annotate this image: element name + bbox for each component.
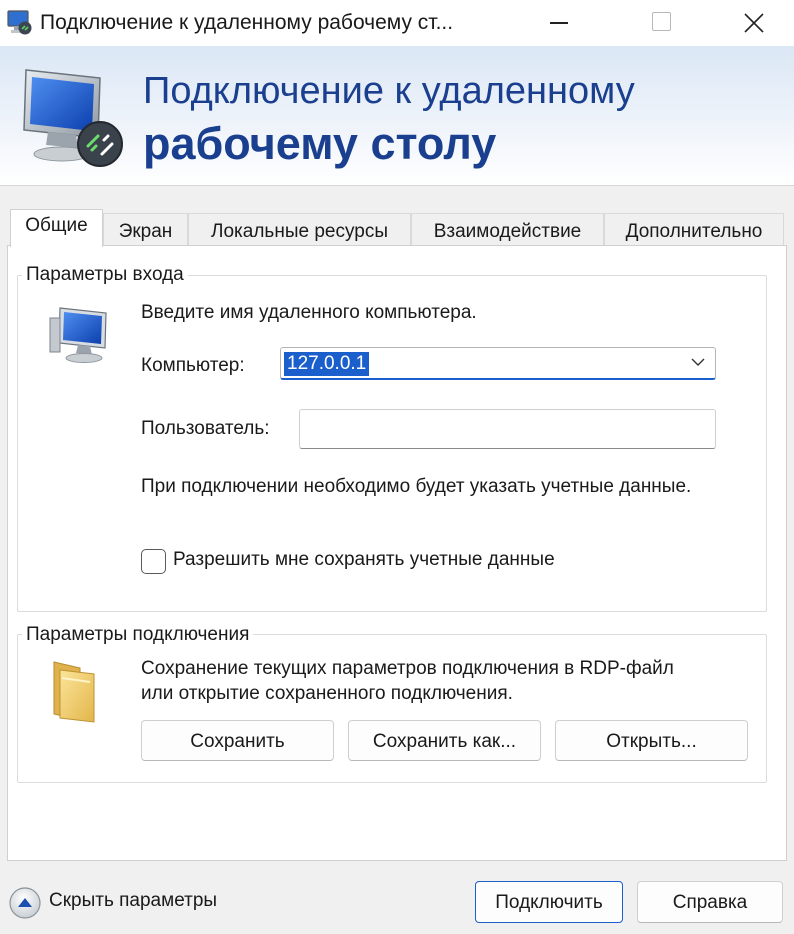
maximize-button[interactable] [630, 0, 692, 46]
title-bar: Подключение к удаленному рабочему ст... [0, 0, 794, 46]
tab-advanced[interactable]: Дополнительно [604, 213, 784, 247]
chevron-down-icon[interactable] [691, 358, 705, 367]
tab-local-resources[interactable]: Локальные ресурсы [188, 213, 411, 247]
tab-experience[interactable]: Взаимодействие [411, 213, 604, 247]
computer-icon [49, 307, 107, 363]
save-credentials-checkbox[interactable] [141, 549, 166, 574]
collapse-options-icon[interactable] [8, 886, 42, 920]
close-button[interactable] [722, 0, 784, 46]
connection-group-title: Параметры подключения [22, 624, 254, 646]
folder-icon [53, 661, 95, 723]
save-as-button[interactable]: Сохранить как... [348, 720, 541, 761]
logon-group-title: Параметры входа [22, 264, 188, 286]
computer-instruction-text: Введите имя удаленного компьютера. [141, 302, 477, 323]
computer-combobox[interactable]: 127.0.0.1 [280, 347, 716, 380]
credentials-note: При подключении необходимо будет указать… [141, 476, 692, 497]
save-button[interactable]: Сохранить [141, 720, 334, 761]
tab-strip: Общие Экран Локальные ресурсы Взаимодейс… [7, 209, 787, 247]
remote-desktop-monitor-icon [23, 69, 123, 167]
tab-display[interactable]: Экран [103, 213, 188, 247]
computer-label: Компьютер: [141, 355, 245, 376]
close-icon [744, 13, 764, 33]
connect-button[interactable]: Подключить [475, 881, 623, 923]
open-button[interactable]: Открыть... [555, 720, 748, 761]
tab-general[interactable]: Общие [10, 209, 103, 247]
user-label: Пользователь: [141, 418, 270, 439]
banner-title-line1: Подключение к удаленному [143, 70, 635, 112]
user-input[interactable] [299, 409, 716, 449]
save-credentials-label[interactable]: Разрешить мне сохранять учетные данные [173, 549, 555, 571]
help-button[interactable]: Справка [637, 881, 783, 923]
banner-title-line2: рабочему столу [143, 118, 497, 169]
rdp-file-description: Сохранение текущих параметров подключени… [141, 658, 674, 704]
window-title: Подключение к удаленному рабочему ст... [40, 11, 454, 34]
computer-value: 127.0.0.1 [284, 352, 370, 376]
hide-options-link[interactable]: Скрыть параметры [49, 890, 217, 912]
header-banner: Подключение к удаленному рабочему столу [0, 46, 794, 186]
minimize-button[interactable] [528, 0, 590, 46]
remote-desktop-app-icon [7, 10, 32, 35]
